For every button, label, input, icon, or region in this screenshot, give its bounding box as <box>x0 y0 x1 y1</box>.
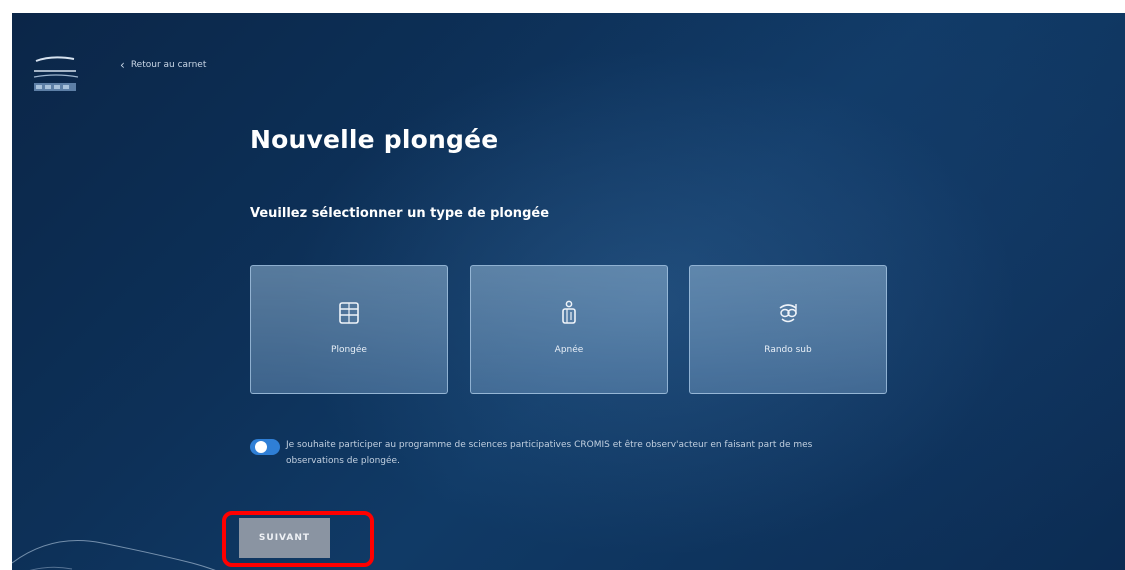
back-link-label: Retour au carnet <box>130 60 207 70</box>
freediver-icon <box>562 300 576 324</box>
page-title: Nouvelle plongée <box>250 125 499 154</box>
dive-type-card-scuba[interactable]: Plongée <box>250 265 448 394</box>
snorkel-mask-icon <box>779 304 797 323</box>
chevron-left-icon: ‹ <box>120 58 125 72</box>
dive-type-label: Rando sub <box>764 345 812 355</box>
screen-frame: ‹ Retour au carnet Nouvelle plongée Veui… <box>0 0 1125 570</box>
decorative-wave <box>12 540 216 570</box>
cromis-participation-toggle[interactable] <box>250 439 280 455</box>
dive-type-label: Apnée <box>554 345 584 355</box>
back-to-logbook-link[interactable]: ‹ Retour au carnet <box>120 58 207 72</box>
dive-type-card-freediving[interactable]: Apnée <box>470 265 668 394</box>
dive-type-label: Plongée <box>331 345 367 355</box>
app-window: ‹ Retour au carnet Nouvelle plongée Veui… <box>12 13 1125 570</box>
scuba-tank-icon <box>339 302 359 324</box>
app-logo <box>33 56 79 91</box>
toggle-knob <box>255 441 267 453</box>
next-button[interactable]: SUIVANT <box>239 518 330 558</box>
cromis-consent-text: Je souhaite participer au programme de s… <box>286 440 813 466</box>
dive-type-prompt: Veuillez sélectionner un type de plongée <box>250 206 550 221</box>
dive-type-card-snorkeling[interactable]: Rando sub <box>689 265 887 394</box>
